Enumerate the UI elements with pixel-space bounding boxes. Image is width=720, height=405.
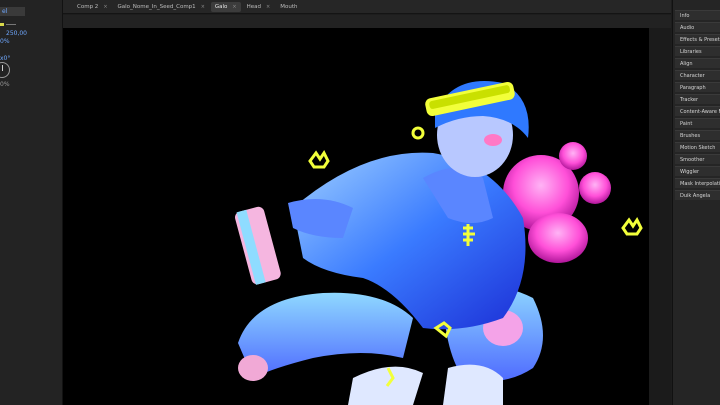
tab-label: Head — [246, 3, 262, 10]
composition-viewer[interactable] — [63, 15, 671, 405]
panel-item-paragraph[interactable]: Paragraph — [675, 82, 720, 92]
composition-tab-bar: Comp 2 × Galo_Nome_In_Seed_Comp1 × Galo … — [63, 0, 671, 14]
tab-label: Galo — [214, 3, 228, 10]
panel-item-motion-sketch[interactable]: Motion Sketch — [675, 142, 720, 152]
close-icon[interactable]: × — [232, 4, 236, 10]
panel-item-content-aware-fill[interactable]: Content-Aware Fill — [675, 106, 720, 116]
panel-item-align[interactable]: Align — [675, 58, 720, 68]
panel-item-info[interactable]: Info — [675, 10, 720, 20]
effect-controls-panel: el 250,00 0% x0° 0% — [0, 0, 63, 405]
close-icon[interactable]: × — [201, 4, 205, 10]
tab-galo[interactable]: Galo × — [210, 1, 241, 12]
panel-item-libraries[interactable]: Libraries — [675, 46, 720, 56]
property-percent[interactable]: 0% — [0, 37, 10, 46]
slider-fill — [0, 23, 4, 26]
character-illustration — [235, 81, 643, 405]
panel-item-tracker[interactable]: Tracker — [675, 94, 720, 104]
panel-item-paint[interactable]: Paint — [675, 118, 720, 128]
panel-item-mask-interpolation[interactable]: Mask Interpolation — [675, 178, 720, 188]
panel-item-smoother[interactable]: Smoother — [675, 154, 720, 164]
panel-item-character[interactable]: Character — [675, 70, 720, 80]
rotation-dial[interactable] — [0, 62, 10, 78]
tab-mouth[interactable]: Mouth — [276, 2, 301, 12]
property-input[interactable]: el — [0, 7, 25, 16]
panel-item-effects-presets[interactable]: Effects & Presets — [675, 34, 720, 44]
close-icon[interactable]: × — [103, 4, 107, 10]
tab-head[interactable]: Head × — [243, 2, 275, 12]
property-percent-secondary[interactable]: 0% — [0, 80, 10, 89]
tab-label: Galo_Nome_In_Seed_Comp1 — [117, 3, 196, 10]
close-icon[interactable]: × — [266, 4, 270, 10]
tab-comp-2[interactable]: Comp 2 × — [73, 2, 112, 12]
panel-item-wiggler[interactable]: Wiggler — [675, 166, 720, 176]
panels-sidebar: Info Audio Effects & Presets Libraries A… — [672, 0, 720, 405]
tab-label: Mouth — [280, 3, 298, 10]
panel-item-duik-angela[interactable]: Duik Angela — [675, 190, 720, 200]
panel-item-audio[interactable]: Audio — [675, 22, 720, 32]
property-slider[interactable] — [0, 22, 20, 27]
tab-label: Comp 2 — [77, 3, 99, 10]
slider-track — [6, 24, 16, 25]
tab-galo-comp1[interactable]: Galo_Nome_In_Seed_Comp1 × — [114, 2, 209, 12]
viewer-side-scroll[interactable] — [649, 28, 671, 405]
panel-item-brushes[interactable]: Brushes — [675, 130, 720, 140]
composition-canvas[interactable] — [63, 28, 649, 405]
